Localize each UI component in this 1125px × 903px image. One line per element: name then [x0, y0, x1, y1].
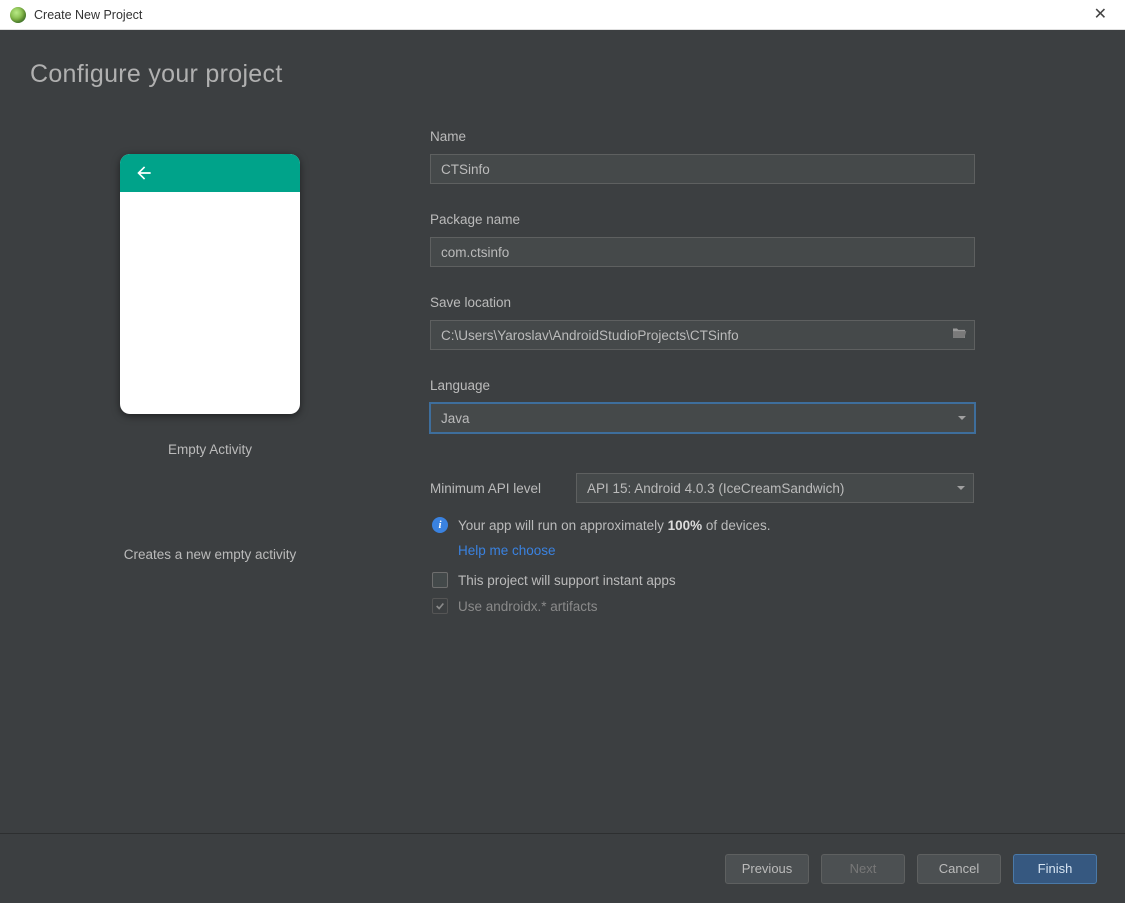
titlebar: Create New Project ✕ [0, 0, 1125, 30]
api-level-value: API 15: Android 4.0.3 (IceCreamSandwich) [587, 481, 844, 496]
phone-preview [120, 154, 300, 414]
preview-label: Empty Activity [168, 442, 252, 457]
package-label: Package name [430, 212, 1000, 227]
next-button: Next [821, 854, 905, 884]
content-area: Configure your project Empty Activity Cr… [0, 30, 1125, 833]
language-label: Language [430, 378, 1000, 393]
back-arrow-icon [134, 163, 154, 183]
android-studio-icon [10, 7, 26, 23]
instant-apps-label: This project will support instant apps [458, 573, 676, 588]
phone-preview-toolbar [120, 154, 300, 192]
location-label: Save location [430, 295, 1000, 310]
preview-description: Creates a new empty activity [124, 547, 297, 562]
language-select[interactable]: Java [430, 403, 975, 433]
language-value: Java [441, 411, 470, 426]
previous-button[interactable]: Previous [725, 854, 809, 884]
form-panel: Name Package name Save location Language [430, 129, 1000, 624]
api-label: Minimum API level [430, 481, 560, 496]
chevron-down-icon [957, 486, 965, 490]
instant-apps-checkbox[interactable] [432, 572, 448, 588]
finish-button[interactable]: Finish [1013, 854, 1097, 884]
window-title: Create New Project [34, 8, 142, 22]
info-icon: i [432, 517, 448, 533]
check-icon [435, 601, 445, 611]
footer-bar: Previous Next Cancel Finish [0, 833, 1125, 903]
page-title: Configure your project [30, 60, 1095, 89]
location-input[interactable] [430, 320, 975, 350]
help-me-choose-link[interactable]: Help me choose [458, 543, 1000, 558]
close-icon[interactable]: ✕ [1086, 3, 1115, 27]
androidx-label: Use androidx.* artifacts [458, 599, 598, 614]
cancel-button[interactable]: Cancel [917, 854, 1001, 884]
name-label: Name [430, 129, 1000, 144]
chevron-down-icon [958, 416, 966, 420]
api-level-select[interactable]: API 15: Android 4.0.3 (IceCreamSandwich) [576, 473, 974, 503]
instant-apps-checkbox-row[interactable]: This project will support instant apps [430, 572, 1000, 588]
folder-open-icon[interactable] [951, 326, 967, 345]
device-coverage-info: i Your app will run on approximately 100… [430, 517, 1000, 533]
coverage-text: Your app will run on approximately 100% … [458, 518, 770, 533]
name-input[interactable] [430, 154, 975, 184]
preview-panel: Empty Activity Creates a new empty activ… [30, 129, 390, 624]
package-input[interactable] [430, 237, 975, 267]
androidx-checkbox-row: Use androidx.* artifacts [430, 598, 1000, 614]
androidx-checkbox [432, 598, 448, 614]
